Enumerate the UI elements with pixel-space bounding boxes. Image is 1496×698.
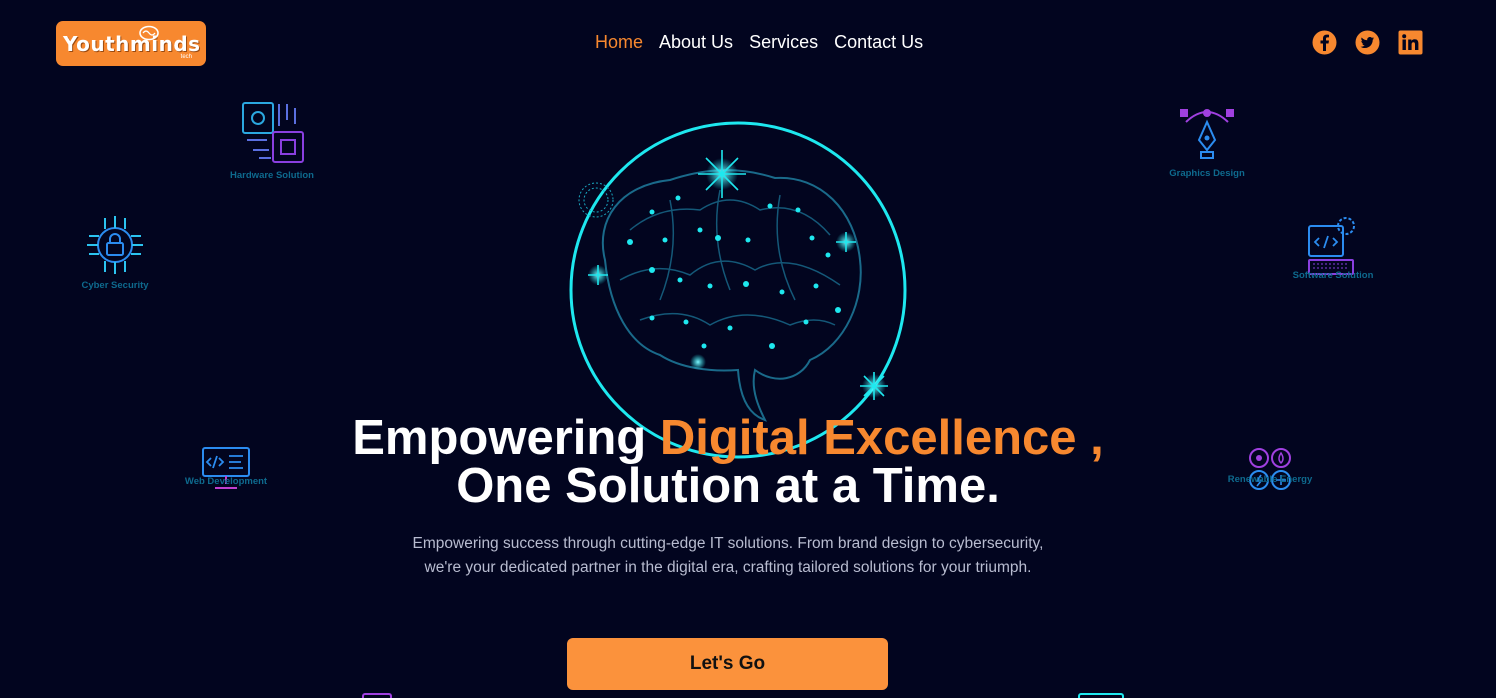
brand-name: Youthminds — [63, 31, 201, 56]
service-hardware[interactable]: Hardware Solution — [222, 100, 322, 181]
lets-go-button[interactable]: Let's Go — [567, 638, 888, 690]
nav-about-us[interactable]: About Us — [659, 32, 733, 53]
headline-line2: One Solution at a Time. — [456, 459, 1000, 513]
service-cyber[interactable]: Cyber Security — [70, 214, 160, 291]
service-graphics-label: Graphics Design — [1169, 168, 1245, 179]
headline-part1: Empowering — [352, 411, 660, 465]
circuit-chip-icon — [242, 102, 304, 163]
service-cyber-label: Cyber Security — [81, 280, 149, 291]
service-hardware-label: Hardware Solution — [230, 170, 314, 181]
headline-accent: Digital Excellence , — [659, 411, 1104, 465]
brand-sub: tech — [180, 54, 192, 60]
software-code-icon — [1308, 217, 1355, 275]
twitter-icon[interactable] — [1355, 30, 1380, 55]
linkedin-icon[interactable] — [1398, 30, 1423, 55]
service-software-label: Software Solution — [1292, 270, 1374, 281]
brand-logo[interactable]: Youthminds tech — [56, 21, 206, 66]
security-lock-icon — [87, 216, 143, 274]
brain-logo-icon — [139, 25, 159, 41]
hero-description: Empowering success through cutting-edge … — [412, 535, 1044, 576]
service-software[interactable]: Software Solution — [1290, 212, 1376, 281]
main-nav: Home About Us Services Contact Us — [595, 32, 923, 53]
pen-tool-icon — [1180, 109, 1234, 159]
nav-contact-us[interactable]: Contact Us — [834, 32, 923, 53]
nav-services[interactable]: Services — [749, 32, 818, 53]
social-links — [1312, 30, 1423, 55]
service-graphics[interactable]: Graphics Design — [1162, 106, 1252, 179]
nav-home[interactable]: Home — [595, 32, 643, 53]
hero-headline: Empowering Digital Excellence , One Solu… — [0, 411, 1456, 513]
partial-icon-right — [1078, 693, 1124, 698]
facebook-icon[interactable] — [1312, 30, 1337, 55]
partial-icon-left — [362, 693, 392, 698]
